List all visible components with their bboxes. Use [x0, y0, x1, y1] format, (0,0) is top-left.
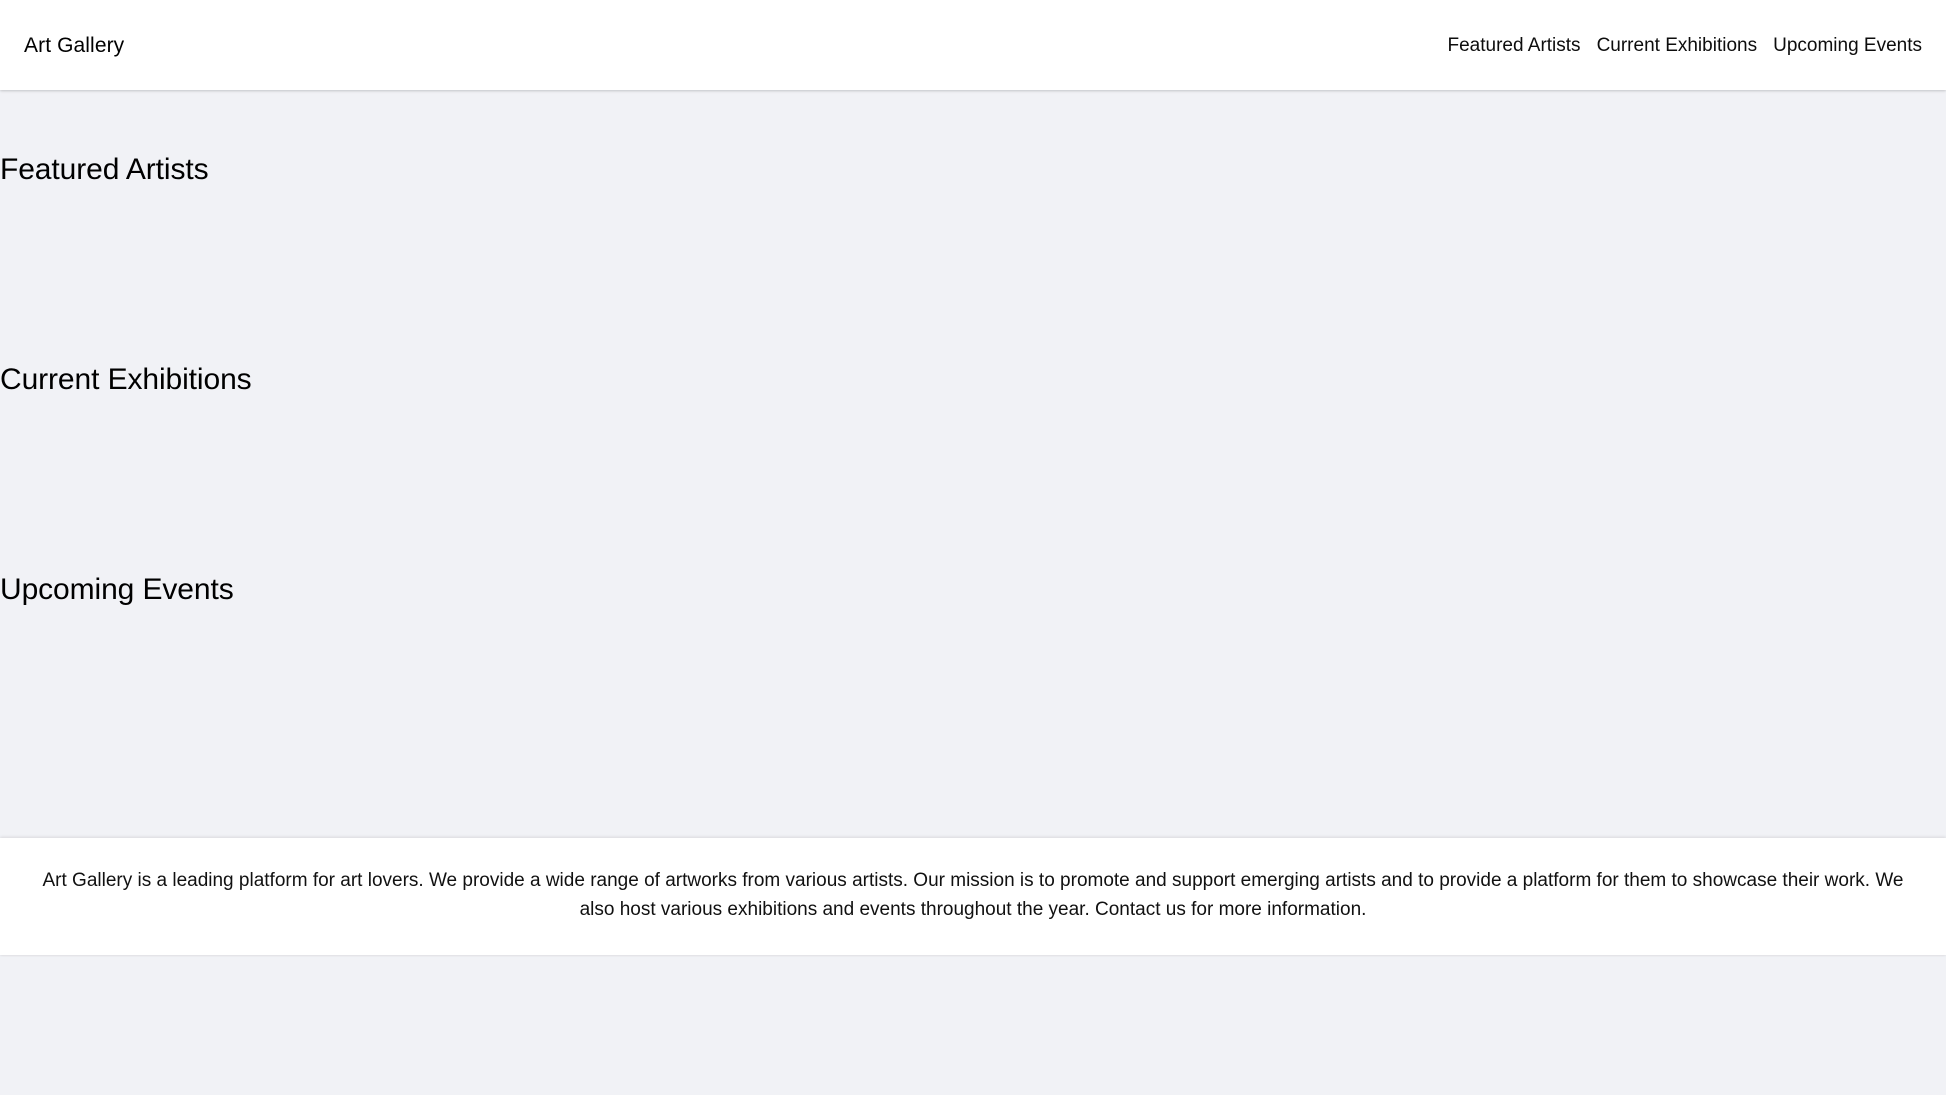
section-heading-upcoming-events: Upcoming Events — [0, 573, 234, 606]
brand-logo[interactable]: Art Gallery — [24, 35, 124, 56]
nav-link-current-exhibitions[interactable]: Current Exhibitions — [1597, 36, 1758, 55]
nav-link-featured-artists[interactable]: Featured Artists — [1448, 36, 1581, 55]
main-navigation: Featured Artists Current Exhibitions Upc… — [1448, 36, 1923, 55]
section-heading-featured-artists: Featured Artists — [0, 153, 209, 186]
section-heading-current-exhibitions: Current Exhibitions — [0, 363, 252, 396]
section-body-featured-artists — [0, 188, 1946, 300]
section-featured-artists: Featured Artists — [0, 90, 1946, 300]
section-upcoming-events: Upcoming Events — [0, 510, 1946, 720]
nav-link-upcoming-events[interactable]: Upcoming Events — [1773, 36, 1922, 55]
section-current-exhibitions: Current Exhibitions — [0, 300, 1946, 510]
section-body-current-exhibitions — [0, 398, 1946, 510]
footer-about-text: Art Gallery is a leading platform for ar… — [42, 870, 1904, 921]
main-content: Featured Artists Current Exhibitions Upc… — [0, 90, 1946, 720]
site-header: Art Gallery Featured Artists Current Exh… — [0, 0, 1946, 90]
section-body-upcoming-events — [0, 608, 1946, 720]
site-footer: Art Gallery is a leading platform for ar… — [0, 838, 1946, 955]
